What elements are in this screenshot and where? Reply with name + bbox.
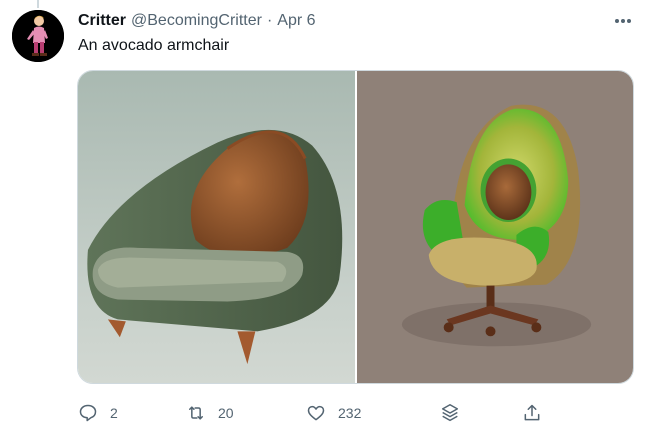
like-button[interactable]: 232 (306, 401, 361, 425)
share-button[interactable] (522, 401, 542, 425)
media-image-1[interactable] (78, 71, 355, 383)
retweet-button[interactable]: 20 (186, 401, 234, 425)
media-grid (77, 70, 634, 384)
avatar[interactable] (12, 10, 64, 62)
author-name[interactable]: Critter (78, 12, 126, 30)
more-dots-icon (615, 19, 631, 23)
reply-count: 2 (110, 405, 118, 421)
header-separator: · (266, 12, 273, 29)
avocado-office-chair-image (357, 71, 633, 383)
like-count: 232 (338, 405, 362, 421)
reply-button[interactable]: 2 (78, 401, 118, 425)
retweet-icon (189, 406, 203, 420)
tweet-date[interactable]: Apr 6 (277, 12, 315, 30)
cartoon-figure-icon (12, 10, 64, 62)
media-image-2[interactable] (357, 71, 633, 383)
tweet[interactable]: Critter @BecomingCritter · Apr 6 An avoc… (0, 0, 651, 447)
tweet-header: Critter @BecomingCritter · Apr 6 (78, 11, 316, 31)
more-options-button[interactable] (612, 10, 634, 32)
tweet-actions: 2 20 232 (78, 401, 558, 425)
retweet-count: 20 (218, 405, 234, 421)
thread-line (37, 0, 39, 8)
tweet-analytics-button[interactable] (439, 401, 461, 425)
author-handle[interactable]: @BecomingCritter (131, 12, 262, 30)
share-icon (524, 404, 540, 421)
tweet-text: An avocado armchair (78, 37, 230, 54)
avocado-armchair-image (78, 71, 355, 383)
reply-icon (79, 404, 97, 422)
heart-icon (307, 405, 325, 421)
stack-layers-icon (441, 404, 459, 422)
